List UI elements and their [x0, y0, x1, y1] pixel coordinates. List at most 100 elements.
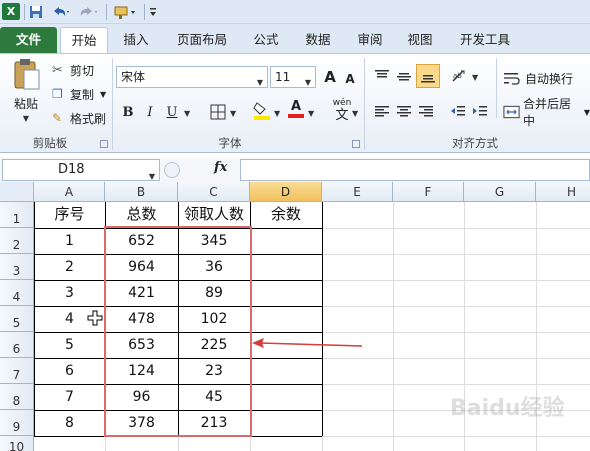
chevron-down-icon: ▼ — [583, 107, 590, 117]
cut-button[interactable]: ✂ 剪切 — [52, 60, 94, 80]
orientation-icon[interactable]: ab — [450, 66, 470, 86]
chevron-down-icon[interactable]: ▼ — [352, 109, 358, 118]
row-header-8[interactable]: 8 — [0, 384, 34, 410]
chevron-down-icon[interactable]: ▼ — [274, 109, 280, 118]
table-row-4-a[interactable]: 3 — [34, 281, 105, 306]
table-row-6-a[interactable]: 5 — [34, 333, 105, 358]
align-middle-icon[interactable] — [394, 66, 414, 86]
row-header-10[interactable]: 10 — [0, 436, 34, 451]
chevron-down-icon: ▼ — [256, 78, 263, 87]
format-painter-button[interactable]: ✎ 格式刷 — [52, 108, 106, 128]
wrap-text-button[interactable]: 自动换行 — [503, 68, 573, 88]
tab-file[interactable]: 文件 — [0, 27, 57, 53]
row-header-1[interactable]: 1 — [0, 202, 34, 228]
underline-button[interactable]: U — [162, 102, 182, 122]
font-size-select[interactable]: 11 ▼ — [270, 66, 316, 88]
shrink-font-button[interactable]: A — [340, 69, 360, 89]
tab-home[interactable]: 开始 — [60, 27, 108, 53]
separator — [24, 4, 25, 20]
column-header-h[interactable]: H — [536, 182, 590, 202]
tab-developer[interactable]: 开发工具 — [452, 27, 518, 53]
cell-a1[interactable]: 序号 — [34, 203, 105, 225]
row-header-7[interactable]: 7 — [0, 358, 34, 384]
grow-font-button[interactable]: A — [320, 67, 340, 87]
table-row-9-a[interactable]: 8 — [34, 411, 105, 436]
increase-indent-icon[interactable] — [470, 102, 490, 122]
fill-color-icon[interactable] — [252, 100, 272, 120]
table-row-8-a[interactable]: 7 — [34, 385, 105, 410]
tab-data[interactable]: 数据 — [296, 27, 340, 53]
name-box[interactable]: D18 ▼ — [2, 159, 160, 181]
decrease-indent-icon[interactable] — [448, 102, 468, 122]
group-separator — [496, 58, 497, 118]
undo-icon[interactable] — [50, 3, 72, 20]
align-right-icon[interactable] — [416, 102, 436, 122]
customize-icon[interactable] — [148, 3, 158, 20]
chevron-down-icon[interactable]: ▼ — [308, 109, 314, 118]
chevron-down-icon: ▼ — [22, 114, 30, 123]
dialog-launcher-icon[interactable] — [352, 140, 360, 148]
column-header-a[interactable]: A — [34, 182, 105, 202]
merge-center-label: 合并后居中 — [523, 97, 572, 128]
worksheet-grid[interactable]: A B C D E F G H 1 2 3 4 5 6 7 8 9 10 序号 … — [0, 182, 590, 451]
column-header-f[interactable]: F — [393, 182, 464, 202]
tab-review[interactable]: 审阅 — [348, 27, 392, 53]
cell-d1[interactable]: 余数 — [250, 203, 322, 225]
group-separator — [364, 58, 365, 150]
chevron-down-icon[interactable]: ▼ — [230, 109, 236, 118]
align-center-icon[interactable] — [394, 102, 414, 122]
row-header-5[interactable]: 5 — [0, 306, 34, 332]
dialog-launcher-icon[interactable] — [100, 140, 108, 148]
font-name-select[interactable]: 宋体 ▼ — [116, 66, 268, 88]
column-header-d[interactable]: D — [250, 182, 322, 202]
select-all-corner[interactable] — [0, 182, 34, 202]
formula-resize-handle[interactable] — [164, 162, 180, 178]
watermark: Baidu经验 — [450, 396, 565, 421]
format-painter-icon[interactable] — [112, 3, 140, 20]
copy-button[interactable]: ❐ 复制 ▼ — [52, 84, 106, 104]
tab-insert[interactable]: 插入 — [114, 27, 158, 53]
phonetic-guide-button[interactable]: wén 文 — [330, 98, 354, 126]
row-header-6[interactable]: 6 — [0, 332, 34, 358]
column-header-g[interactable]: G — [464, 182, 536, 202]
brush-icon: ✎ — [52, 111, 63, 125]
row-header-2[interactable]: 2 — [0, 228, 34, 254]
merge-cells-icon — [503, 105, 520, 119]
cell-c1[interactable]: 领取人数 — [178, 203, 250, 225]
table-row-3-a[interactable]: 2 — [34, 255, 105, 280]
chevron-down-icon[interactable]: ▼ — [472, 73, 478, 82]
cell-b1[interactable]: 总数 — [105, 203, 178, 225]
table-border — [322, 202, 323, 436]
tab-formulas[interactable]: 公式 — [244, 27, 288, 53]
formula-input[interactable] — [240, 159, 590, 181]
align-top-icon[interactable] — [372, 66, 392, 86]
column-header-e[interactable]: E — [322, 182, 393, 202]
ribbon: 粘贴 ▼ ✂ 剪切 ❐ 复制 ▼ ✎ 格式刷 剪贴板 宋体 ▼ 11 ▼ A A… — [0, 53, 590, 153]
separator — [144, 4, 145, 20]
save-icon[interactable] — [28, 3, 44, 20]
paste-button[interactable]: 粘贴 ▼ — [6, 58, 46, 128]
align-left-icon[interactable] — [372, 102, 392, 122]
tab-page-layout[interactable]: 页面布局 — [170, 27, 234, 53]
table-row-2-a[interactable]: 1 — [34, 229, 105, 254]
bold-button[interactable]: B — [118, 102, 138, 122]
table-row-7-a[interactable]: 6 — [34, 359, 105, 384]
insert-function-icon[interactable]: fx — [214, 160, 227, 175]
scissors-icon: ✂ — [52, 62, 63, 78]
excel-logo-icon: X — [2, 3, 20, 20]
row-header-9[interactable]: 9 — [0, 410, 34, 436]
column-header-c[interactable]: C — [178, 182, 250, 202]
merge-center-button[interactable]: 合并后居中 ▼ — [503, 97, 590, 128]
borders-icon[interactable] — [208, 102, 228, 122]
row-header-4[interactable]: 4 — [0, 280, 34, 306]
font-color-button[interactable]: A — [286, 99, 306, 119]
italic-button[interactable]: I — [140, 102, 160, 122]
gridline — [393, 202, 394, 451]
redo-icon[interactable] — [78, 3, 100, 20]
row-header-3[interactable]: 3 — [0, 254, 34, 280]
column-header-b[interactable]: B — [105, 182, 178, 202]
tab-view[interactable]: 视图 — [398, 27, 442, 53]
chevron-down-icon[interactable]: ▼ — [184, 109, 190, 118]
align-bottom-icon[interactable] — [416, 64, 440, 88]
alignment-group-label: 对齐方式 — [452, 136, 498, 150]
